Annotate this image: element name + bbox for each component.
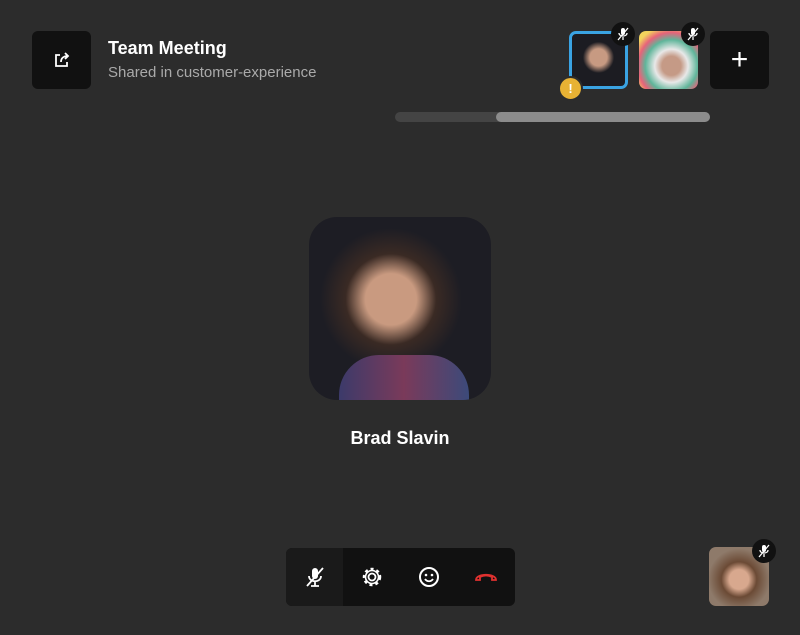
share-icon xyxy=(54,52,69,67)
muted-mic-icon xyxy=(611,22,635,46)
warning-icon: ! xyxy=(558,76,583,101)
emoji-icon xyxy=(418,567,439,587)
add-participant-button[interactable]: + xyxy=(710,31,769,89)
hangup-icon xyxy=(474,573,497,581)
hang-up-button[interactable] xyxy=(457,548,514,606)
muted-mic-icon xyxy=(752,539,776,563)
speaker-avatar xyxy=(309,217,491,400)
call-subtitle: Shared in customer-experience xyxy=(108,64,317,81)
call-controls xyxy=(286,548,515,606)
reactions-button[interactable] xyxy=(400,548,457,606)
participants-scrollbar[interactable] xyxy=(395,112,710,122)
mic-muted-icon xyxy=(305,567,324,587)
share-button[interactable] xyxy=(32,31,91,89)
mute-button[interactable] xyxy=(286,548,343,606)
scrollbar-thumb[interactable] xyxy=(496,112,710,122)
speaker-name: Brad Slavin xyxy=(350,428,450,448)
call-info: Team Meeting Shared in customer-experien… xyxy=(108,38,316,81)
settings-button[interactable] xyxy=(343,548,400,606)
call-title: Team Meeting xyxy=(108,38,227,58)
gear-icon xyxy=(362,567,381,587)
muted-mic-icon xyxy=(681,22,705,46)
